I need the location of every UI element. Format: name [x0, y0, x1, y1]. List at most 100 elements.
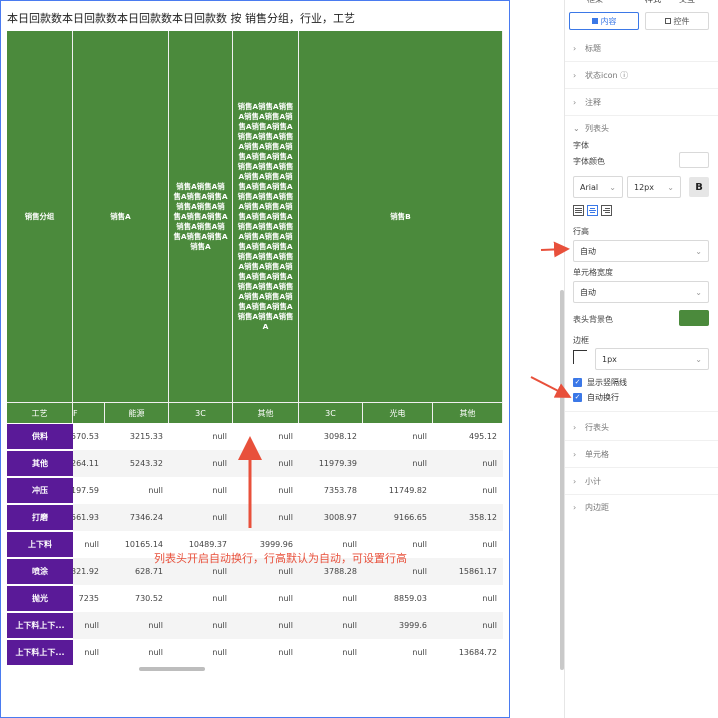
table-cell[interactable]: 11979.39 [299, 450, 363, 477]
horizontal-scrollbar[interactable] [139, 667, 205, 671]
table-cell[interactable]: null [433, 585, 503, 612]
table-cell[interactable]: null [73, 531, 105, 558]
table-cell[interactable]: null [105, 612, 169, 639]
section-cell[interactable]: › 单元格 [573, 447, 713, 461]
table-cell[interactable]: 197.59 [73, 477, 105, 504]
table-cell[interactable]: null [169, 477, 233, 504]
row-header[interactable]: 抛光 [7, 586, 73, 611]
table-cell[interactable]: 730.52 [105, 585, 169, 612]
table-cell[interactable]: 15861.17 [433, 558, 503, 585]
table-cell[interactable]: 570.53 [73, 423, 105, 450]
subheader-cell[interactable]: F [73, 403, 105, 423]
font-color-swatch[interactable] [679, 152, 709, 168]
row-header[interactable]: 上下料 [7, 532, 73, 557]
align-left-icon[interactable] [573, 205, 584, 216]
table-cell[interactable]: 9166.65 [363, 504, 433, 531]
table-cell[interactable]: 11749.82 [363, 477, 433, 504]
row-header[interactable]: 上下料上下... [7, 613, 73, 638]
subheader-cell[interactable]: 其他 [233, 403, 299, 423]
table-cell[interactable]: 561.93 [73, 504, 105, 531]
table-cell[interactable]: null [363, 423, 433, 450]
header-bg-swatch[interactable] [679, 310, 709, 326]
align-center-icon[interactable] [587, 205, 598, 216]
section-padding[interactable]: › 内边距 [573, 500, 713, 514]
bold-button[interactable]: B [689, 177, 709, 197]
table-cell[interactable]: null [105, 639, 169, 666]
table-cell[interactable]: null [233, 423, 299, 450]
table-cell[interactable]: 495.12 [433, 423, 503, 450]
table-cell[interactable]: null [169, 450, 233, 477]
table-cell[interactable]: 7346.24 [105, 504, 169, 531]
subheader-cell[interactable]: 3C [169, 403, 233, 423]
table-cell[interactable]: null [73, 639, 105, 666]
tab-interaction[interactable]: 交互 [679, 0, 695, 5]
subheader-craft[interactable]: 工艺 [7, 403, 73, 423]
section-row-header[interactable]: › 行表头 [573, 420, 713, 434]
table-cell[interactable]: null [169, 639, 233, 666]
header-wrapped-long[interactable]: 销售A销售A销售A销售A销售A销售A销售A销售A销售A销售A销售A销售A销售A销… [233, 31, 299, 403]
show-divider-checkbox[interactable]: ✓ 显示竖隔线 [573, 376, 627, 388]
header-sales-a[interactable]: 销售A [73, 31, 169, 403]
subheader-cell[interactable]: 其他 [433, 403, 503, 423]
header-sales-b[interactable]: 销售B [299, 31, 503, 403]
row-header[interactable]: 冲压 [7, 478, 73, 503]
table-cell[interactable]: null [233, 477, 299, 504]
table-cell[interactable]: null [105, 477, 169, 504]
table-cell[interactable]: 3098.12 [299, 423, 363, 450]
section-column-header[interactable]: ⌄ 列表头 [573, 121, 713, 135]
subheader-cell[interactable]: 能源 [105, 403, 169, 423]
font-family-select[interactable]: Arial ⌄ [573, 176, 623, 198]
row-header[interactable]: 上下料上下... [7, 640, 73, 665]
row-header[interactable]: 供料 [7, 424, 73, 449]
table-cell[interactable]: null [433, 612, 503, 639]
table-cell[interactable]: 264.11 [73, 450, 105, 477]
row-header[interactable]: 打磨 [7, 505, 73, 530]
table-cell[interactable]: null [169, 504, 233, 531]
component-toggle-button[interactable]: 控件 [645, 12, 709, 30]
border-width-select[interactable]: 1px ⌄ [595, 348, 709, 370]
table-cell[interactable]: 3215.33 [105, 423, 169, 450]
table-cell[interactable]: null [363, 639, 433, 666]
table-cell[interactable]: null [433, 477, 503, 504]
table-cell[interactable]: 7353.78 [299, 477, 363, 504]
table-cell[interactable]: 321.92 [73, 558, 105, 585]
section-status-icon[interactable]: › 状态icon ⓘ [573, 68, 713, 82]
subheader-cell[interactable]: 3C [299, 403, 363, 423]
table-cell[interactable]: 8859.03 [363, 585, 433, 612]
table-cell[interactable]: null [233, 504, 299, 531]
align-right-icon[interactable] [601, 205, 612, 216]
section-note[interactable]: › 注释 [573, 95, 713, 109]
header-sales-group[interactable]: 销售分组 [7, 31, 73, 403]
row-header[interactable]: 喷涂 [7, 559, 73, 584]
tab-style[interactable]: 样式 [645, 0, 661, 5]
cell-width-select[interactable]: 自动 ⌄ [573, 281, 709, 303]
table-cell[interactable]: null [433, 450, 503, 477]
font-size-select[interactable]: 12px ⌄ [627, 176, 681, 198]
row-height-select[interactable]: 自动 ⌄ [573, 240, 709, 262]
table-cell[interactable]: 5243.32 [105, 450, 169, 477]
section-title[interactable]: › 标题 [573, 41, 713, 55]
table-cell[interactable]: null [433, 531, 503, 558]
section-subtotal[interactable]: › 小计 [573, 474, 713, 488]
table-cell[interactable]: 3999.6 [363, 612, 433, 639]
table-cell[interactable]: 358.12 [433, 504, 503, 531]
table-cell[interactable]: null [169, 612, 233, 639]
table-cell[interactable]: null [233, 639, 299, 666]
auto-wrap-checkbox[interactable]: ✓ 自动换行 [573, 391, 619, 403]
table-cell[interactable]: 7235 [73, 585, 105, 612]
table-cell[interactable]: null [169, 423, 233, 450]
table-cell[interactable]: 13684.72 [433, 639, 503, 666]
content-toggle-button[interactable]: 内容 [569, 12, 639, 30]
border-style-icon[interactable] [573, 350, 587, 364]
table-cell[interactable]: null [233, 450, 299, 477]
table-cell[interactable]: null [169, 585, 233, 612]
header-wrapped-short[interactable]: 销售A销售A销售A销售A销售A销售A销售A销售A销售A销售A销售A销售A销售A销… [169, 31, 233, 403]
table-cell[interactable]: null [233, 612, 299, 639]
table-cell[interactable]: null [73, 612, 105, 639]
table-cell[interactable]: 3008.97 [299, 504, 363, 531]
table-cell[interactable]: null [233, 585, 299, 612]
table-cell[interactable]: null [299, 612, 363, 639]
table-cell[interactable]: null [299, 639, 363, 666]
row-header[interactable]: 其他 [7, 451, 73, 476]
table-cell[interactable]: null [363, 450, 433, 477]
